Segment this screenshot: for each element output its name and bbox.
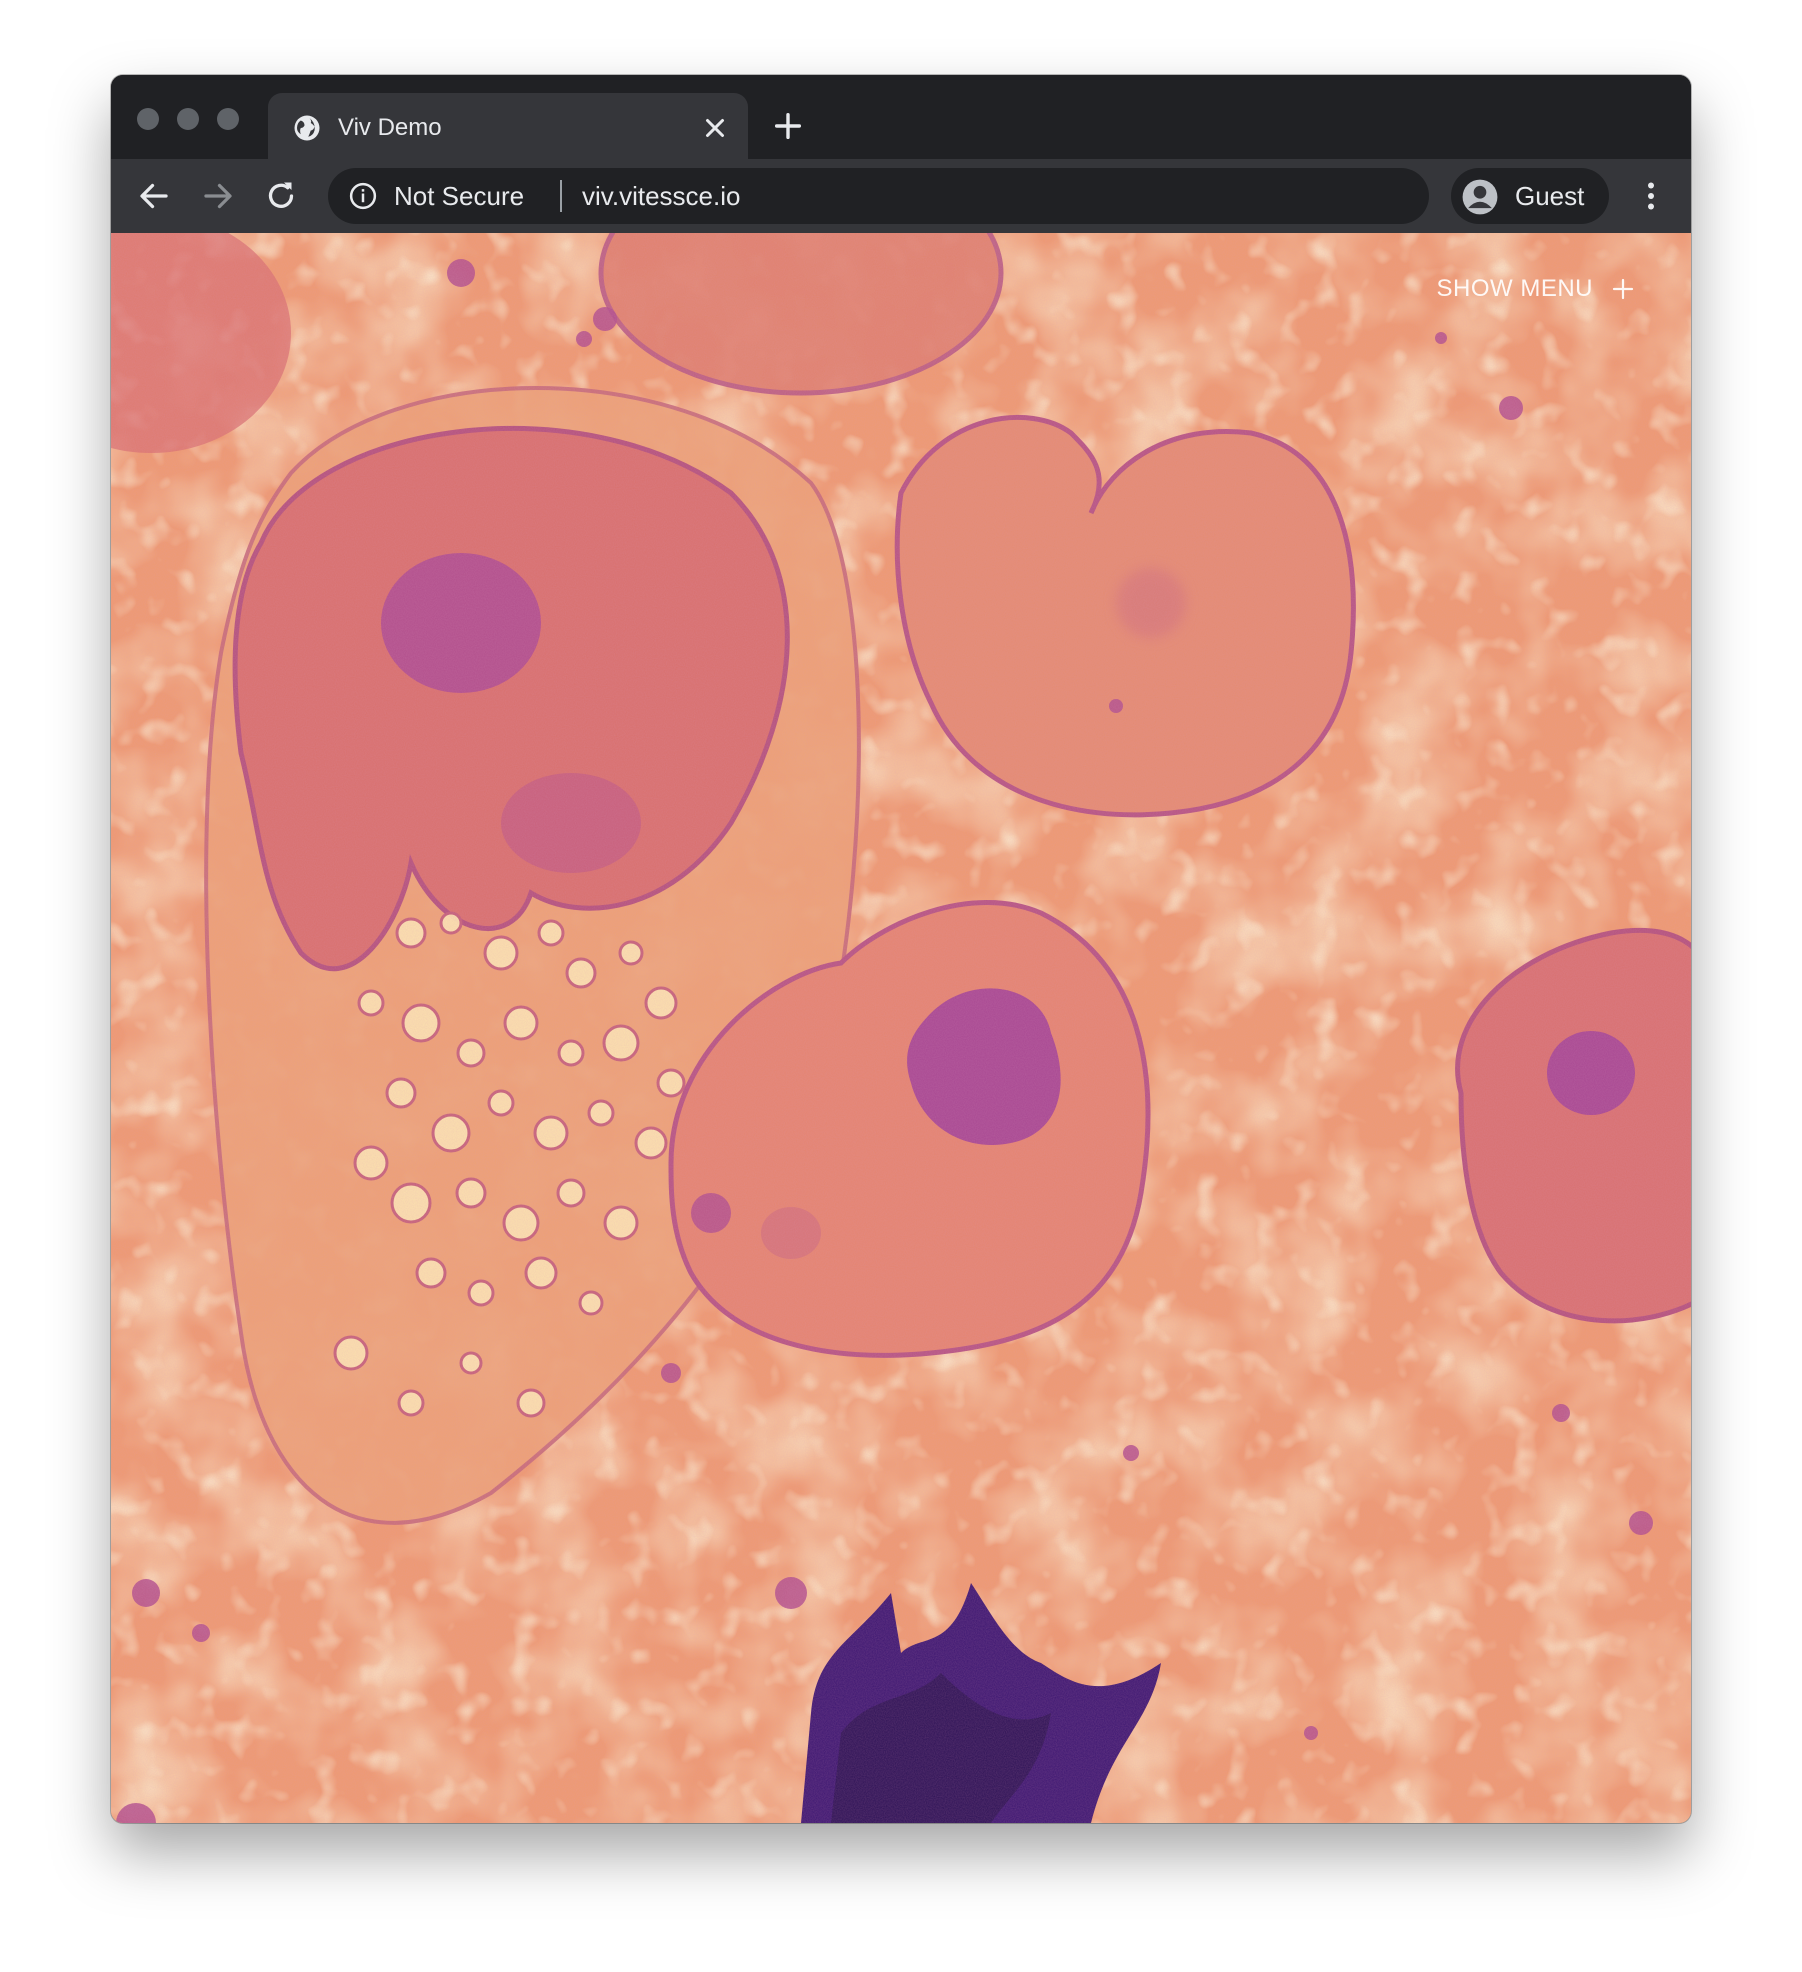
microscopy-image (111, 233, 1691, 1823)
reload-icon[interactable] (263, 178, 299, 214)
tab-title: Viv Demo (338, 114, 442, 141)
security-status[interactable]: Not Secure (394, 181, 524, 211)
address-divider (560, 180, 562, 212)
image-viewer-canvas[interactable]: SHOW MENU (111, 233, 1691, 1823)
tab-strip: Viv Demo (111, 75, 1691, 159)
zoom-window-button[interactable] (217, 108, 239, 130)
browser-toolbar: Not Secure viv.vitessce.io Guest (111, 159, 1691, 233)
minimize-window-button[interactable] (177, 108, 199, 130)
show-menu-button[interactable]: SHOW MENU (1437, 267, 1636, 311)
close-icon[interactable] (700, 113, 730, 143)
more-vertical-icon[interactable] (1633, 177, 1669, 215)
globe-icon (294, 115, 320, 141)
forward-arrow-icon[interactable] (200, 178, 236, 214)
profile-button[interactable]: Guest (1451, 168, 1609, 224)
address-bar[interactable]: Not Secure viv.vitessce.io (328, 168, 1429, 224)
url-text[interactable]: viv.vitessce.io (582, 181, 740, 211)
plus-icon (1612, 278, 1634, 300)
info-icon[interactable] (348, 181, 378, 211)
new-tab-plus-icon[interactable] (771, 109, 805, 143)
close-window-button[interactable] (137, 108, 159, 130)
show-menu-label: SHOW MENU (1436, 275, 1593, 302)
tab-viv-demo[interactable]: Viv Demo (268, 93, 748, 159)
avatar-icon (1462, 179, 1498, 215)
back-arrow-icon[interactable] (136, 178, 172, 214)
browser-window: Viv Demo Not Secure viv.vitessce.io Gues… (111, 75, 1691, 1823)
profile-label: Guest (1515, 181, 1585, 211)
